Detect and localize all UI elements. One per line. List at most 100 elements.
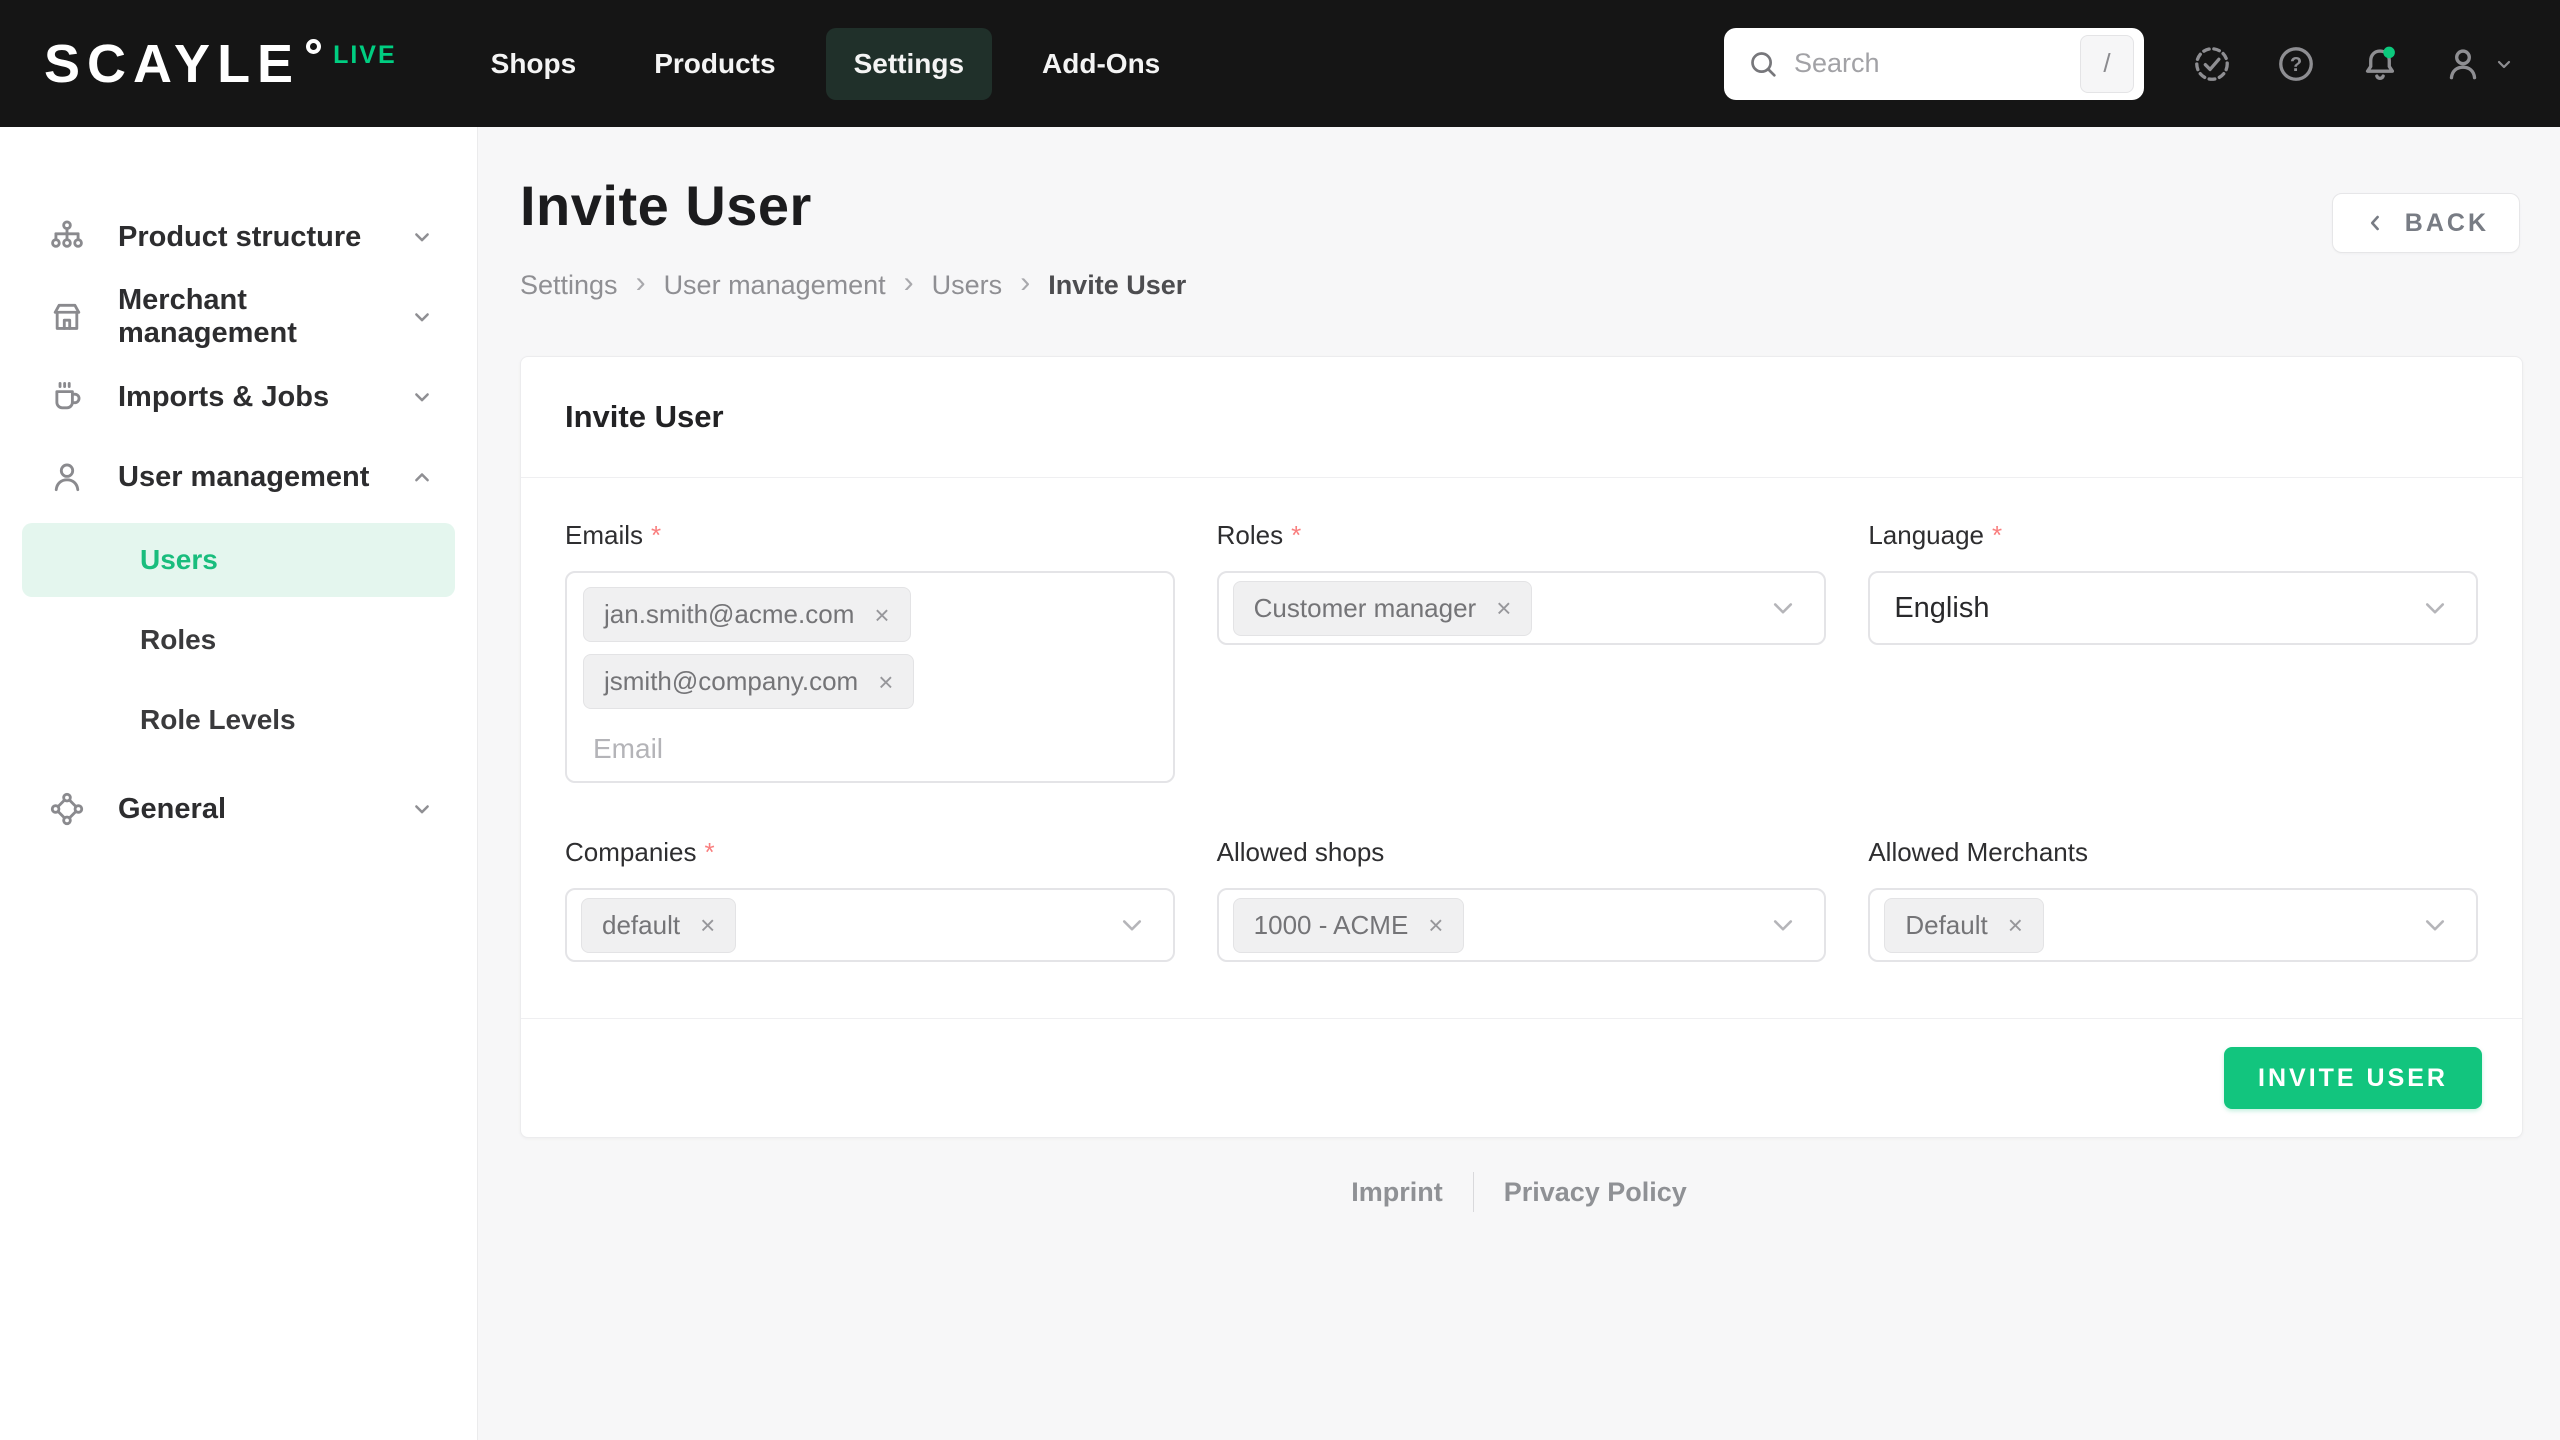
shop-chip: 1000 - ACME × xyxy=(1233,898,1465,953)
invite-user-form: Emails * jan.smith@acme.com × jsmi xyxy=(521,478,2522,1018)
allowed-merchants-field: Allowed Merchants Default × xyxy=(1868,837,2478,962)
sidebar-item-user-management[interactable]: User management xyxy=(0,437,477,517)
sidebar-item-product-structure[interactable]: Product structure xyxy=(0,197,477,277)
sidebar-item-general[interactable]: General xyxy=(0,769,477,849)
privacy-policy-link[interactable]: Privacy Policy xyxy=(1504,1177,1687,1208)
allowed-merchants-select[interactable]: Default × xyxy=(1868,888,2478,962)
nodes-icon xyxy=(48,790,86,828)
sidebar-item-merchant-management[interactable]: Merchant management xyxy=(0,277,477,357)
companies-label: Companies * xyxy=(565,837,1175,868)
help-icon: ? xyxy=(2275,43,2317,85)
merchant-chip: Default × xyxy=(1884,898,2044,953)
environment-badge: LIVE xyxy=(333,41,397,70)
footer-divider xyxy=(1473,1172,1474,1212)
email-chip: jsmith@company.com × xyxy=(583,654,914,709)
main-nav: Shops Products Settings Add-Ons xyxy=(463,28,1189,100)
notifications-bell-icon xyxy=(2359,43,2401,85)
topbar-icons: ? xyxy=(2190,42,2516,86)
page-footer: Imprint Privacy Policy xyxy=(478,1172,2560,1212)
chevron-down-icon xyxy=(407,794,437,824)
breadcrumb-separator-icon: › xyxy=(636,268,646,302)
remove-chip-icon[interactable]: × xyxy=(878,669,893,695)
language-value: English xyxy=(1884,592,1989,625)
breadcrumb: Settings › User management › Users › Inv… xyxy=(520,268,1186,302)
account-user-icon xyxy=(2442,43,2484,85)
emails-input-box[interactable]: jan.smith@acme.com × jsmith@company.com … xyxy=(565,571,1175,783)
status-check-button[interactable] xyxy=(2190,42,2234,86)
remove-chip-icon[interactable]: × xyxy=(700,912,715,938)
required-asterisk: * xyxy=(651,520,661,551)
sidebar-item-imports-jobs[interactable]: Imports & Jobs xyxy=(0,357,477,437)
breadcrumb-user-management[interactable]: User management xyxy=(664,270,886,301)
required-asterisk: * xyxy=(1992,520,2002,551)
companies-select[interactable]: default × xyxy=(565,888,1175,962)
chevron-left-icon xyxy=(2363,210,2389,236)
nav-item-addons[interactable]: Add-Ons xyxy=(1014,28,1188,100)
chevron-down-icon xyxy=(2418,591,2452,625)
chevron-down-icon xyxy=(2492,52,2516,76)
chevron-down-icon xyxy=(2418,908,2452,942)
company-chip: default × xyxy=(581,898,736,953)
nav-item-settings[interactable]: Settings xyxy=(826,28,992,100)
mug-icon xyxy=(48,378,86,416)
back-button[interactable]: BACK xyxy=(2332,193,2520,253)
logo-ring-icon xyxy=(306,39,321,54)
roles-field: Roles * Customer manager × xyxy=(1217,520,1827,783)
role-chip: Customer manager × xyxy=(1233,581,1533,636)
required-asterisk: * xyxy=(1291,520,1301,551)
sidebar-submenu-user-management: Users Roles Role Levels xyxy=(0,517,477,769)
invite-user-card: Invite User Emails * jan.smith@acme.com … xyxy=(520,356,2523,1138)
status-check-icon xyxy=(2191,43,2233,85)
chevron-down-icon xyxy=(1766,908,1800,942)
email-chip: jan.smith@acme.com × xyxy=(583,587,911,642)
store-icon xyxy=(48,298,86,336)
search-input[interactable] xyxy=(1794,48,2080,79)
sidebar-item-roles[interactable]: Roles xyxy=(22,603,455,677)
remove-chip-icon[interactable]: × xyxy=(1428,912,1443,938)
main-content: Invite User Settings › User management ›… xyxy=(478,127,2560,1440)
chevron-down-icon xyxy=(407,222,437,252)
breadcrumb-separator-icon: › xyxy=(1020,268,1030,302)
search-shortcut-key: / xyxy=(2080,35,2134,93)
imprint-link[interactable]: Imprint xyxy=(1351,1177,1443,1208)
search-bar[interactable]: / xyxy=(1724,28,2144,100)
allowed-merchants-label: Allowed Merchants xyxy=(1868,837,2478,868)
chevron-up-icon xyxy=(407,462,437,492)
chevron-down-icon xyxy=(1766,591,1800,625)
emails-label: Emails * xyxy=(565,520,1175,551)
hierarchy-icon xyxy=(48,218,86,256)
nav-item-products[interactable]: Products xyxy=(626,28,803,100)
help-button[interactable]: ? xyxy=(2274,42,2318,86)
brand-logo-text: SCAYLE xyxy=(44,37,300,91)
invite-user-button[interactable]: INVITE USER xyxy=(2224,1047,2482,1109)
card-footer: INVITE USER xyxy=(521,1018,2522,1137)
allowed-shops-field: Allowed shops 1000 - ACME × xyxy=(1217,837,1827,962)
roles-label: Roles * xyxy=(1217,520,1827,551)
chevron-down-icon xyxy=(1115,908,1149,942)
language-select[interactable]: English xyxy=(1868,571,2478,645)
allowed-shops-label: Allowed shops xyxy=(1217,837,1827,868)
sidebar: Product structure Merchant management xyxy=(0,127,478,1440)
sidebar-item-role-levels[interactable]: Role Levels xyxy=(22,683,455,757)
nav-item-shops[interactable]: Shops xyxy=(463,28,605,100)
account-menu-button[interactable] xyxy=(2442,43,2516,85)
user-icon xyxy=(48,458,86,496)
chevron-down-icon xyxy=(407,382,437,412)
required-asterisk: * xyxy=(705,837,715,868)
remove-chip-icon[interactable]: × xyxy=(1496,595,1511,621)
companies-field: Companies * default × xyxy=(565,837,1175,962)
brand-logo[interactable]: SCAYLE LIVE xyxy=(44,37,397,91)
allowed-shops-select[interactable]: 1000 - ACME × xyxy=(1217,888,1827,962)
chevron-down-icon xyxy=(407,302,437,332)
remove-chip-icon[interactable]: × xyxy=(2008,912,2023,938)
notifications-button[interactable] xyxy=(2358,42,2402,86)
breadcrumb-invite-user: Invite User xyxy=(1048,270,1186,301)
card-title: Invite User xyxy=(565,399,724,435)
sidebar-item-users[interactable]: Users xyxy=(22,523,455,597)
svg-text:?: ? xyxy=(2290,54,2302,76)
remove-chip-icon[interactable]: × xyxy=(874,602,889,628)
breadcrumb-users[interactable]: Users xyxy=(932,270,1003,301)
breadcrumb-settings[interactable]: Settings xyxy=(520,270,618,301)
email-input[interactable] xyxy=(583,721,1128,771)
roles-select[interactable]: Customer manager × xyxy=(1217,571,1827,645)
